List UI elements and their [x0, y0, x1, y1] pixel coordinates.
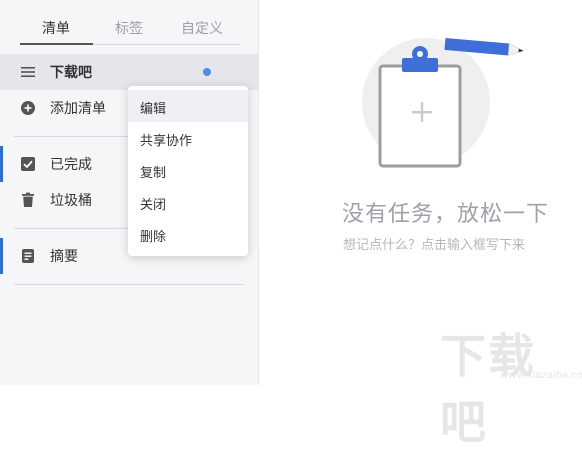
menu-item-label: 关闭: [140, 198, 167, 213]
tab-tags[interactable]: 标签: [115, 18, 143, 38]
menu-item-delete[interactable]: 删除: [128, 218, 248, 250]
menu-item-close[interactable]: 关闭: [128, 186, 248, 218]
menu-item-label: 共享协作: [140, 134, 193, 149]
trash-icon: [22, 192, 34, 207]
sidebar-item-label: 摘要: [50, 249, 78, 265]
divider: [14, 284, 244, 285]
sidebar-item-label: 已完成: [50, 157, 92, 173]
menu-item-label: 删除: [140, 230, 167, 245]
watermark: 下载吧 www.xiazaiba.com: [440, 320, 582, 452]
empty-state-title: 没有任务，放松一下: [342, 202, 550, 227]
sidebar-item-label: 添加清单: [50, 101, 106, 117]
watermark-url: www.xiazaiba.com: [500, 370, 582, 381]
unread-dot: [203, 68, 211, 76]
menu-item-copy[interactable]: 复制: [128, 154, 248, 186]
left-edge-accent: [0, 146, 3, 182]
document-icon: [22, 249, 34, 263]
tab-custom[interactable]: 自定义: [181, 18, 223, 38]
sidebar-item-label: 下载吧: [50, 65, 92, 81]
tab-lists[interactable]: 清单: [42, 18, 70, 38]
clipboard-illustration: [362, 37, 524, 168]
menu-item-label: 编辑: [140, 102, 167, 117]
empty-state-subtitle: 想记点什么？点击输入框写下来: [343, 238, 526, 253]
menu-item-edit[interactable]: 编辑: [128, 90, 248, 122]
sidebar-item-list-xiazaiba[interactable]: 下载吧: [0, 54, 258, 90]
sidebar-item-label: 垃圾桶: [50, 193, 92, 209]
checkbox-icon: [21, 157, 35, 171]
context-menu: 编辑 共享协作 复制 关闭 删除: [128, 86, 248, 256]
watermark-logo-text: 下载吧: [440, 329, 536, 449]
menu-item-label: 复制: [140, 166, 167, 181]
menu-lines-icon: [21, 67, 35, 77]
plus-circle-icon: [21, 101, 35, 115]
tab-active-indicator: [20, 43, 93, 45]
left-edge-accent: [0, 238, 3, 274]
menu-item-share[interactable]: 共享协作: [128, 122, 248, 154]
sidebar-tabs: 清单 标签 自定义: [20, 14, 240, 45]
